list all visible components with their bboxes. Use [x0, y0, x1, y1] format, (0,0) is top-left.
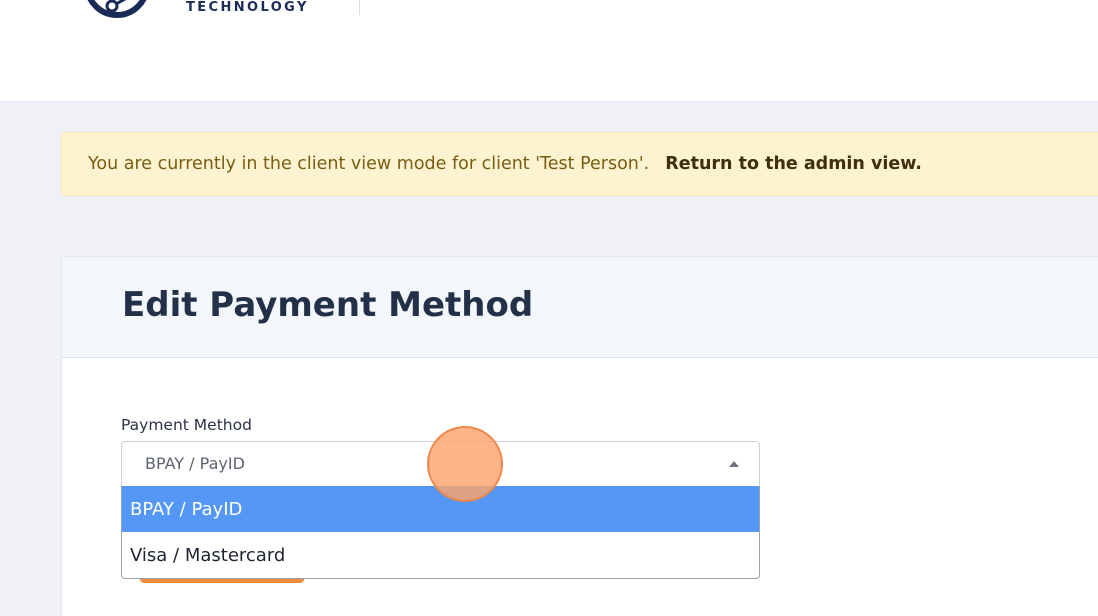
page-title: Edit Payment Method: [122, 285, 534, 325]
payment-method-label: Payment Method: [121, 416, 252, 434]
payment-method-selected-value: BPAY / PayID: [145, 454, 245, 473]
top-header: TECHNOLOGY: [0, 0, 1098, 102]
payment-method-dropdown-list: BPAY / PayID Visa / Mastercard: [121, 486, 760, 579]
header-divider: [359, 0, 360, 15]
logo-icon[interactable]: [84, 0, 150, 18]
submit-button-edge[interactable]: [140, 579, 304, 583]
client-view-alert: You are currently in the client view mod…: [61, 132, 1098, 196]
option-visa-mastercard[interactable]: Visa / Mastercard: [122, 532, 759, 578]
payment-method-select[interactable]: BPAY / PayID: [121, 441, 760, 487]
caret-up-icon[interactable]: [729, 461, 739, 467]
logo-text: TECHNOLOGY: [186, 0, 309, 15]
option-bpay-payid[interactable]: BPAY / PayID: [122, 486, 759, 532]
alert-message: You are currently in the client view mod…: [88, 154, 650, 174]
return-to-admin-link[interactable]: Return to the admin view.: [665, 154, 922, 174]
card-header: Edit Payment Method: [62, 257, 1098, 358]
